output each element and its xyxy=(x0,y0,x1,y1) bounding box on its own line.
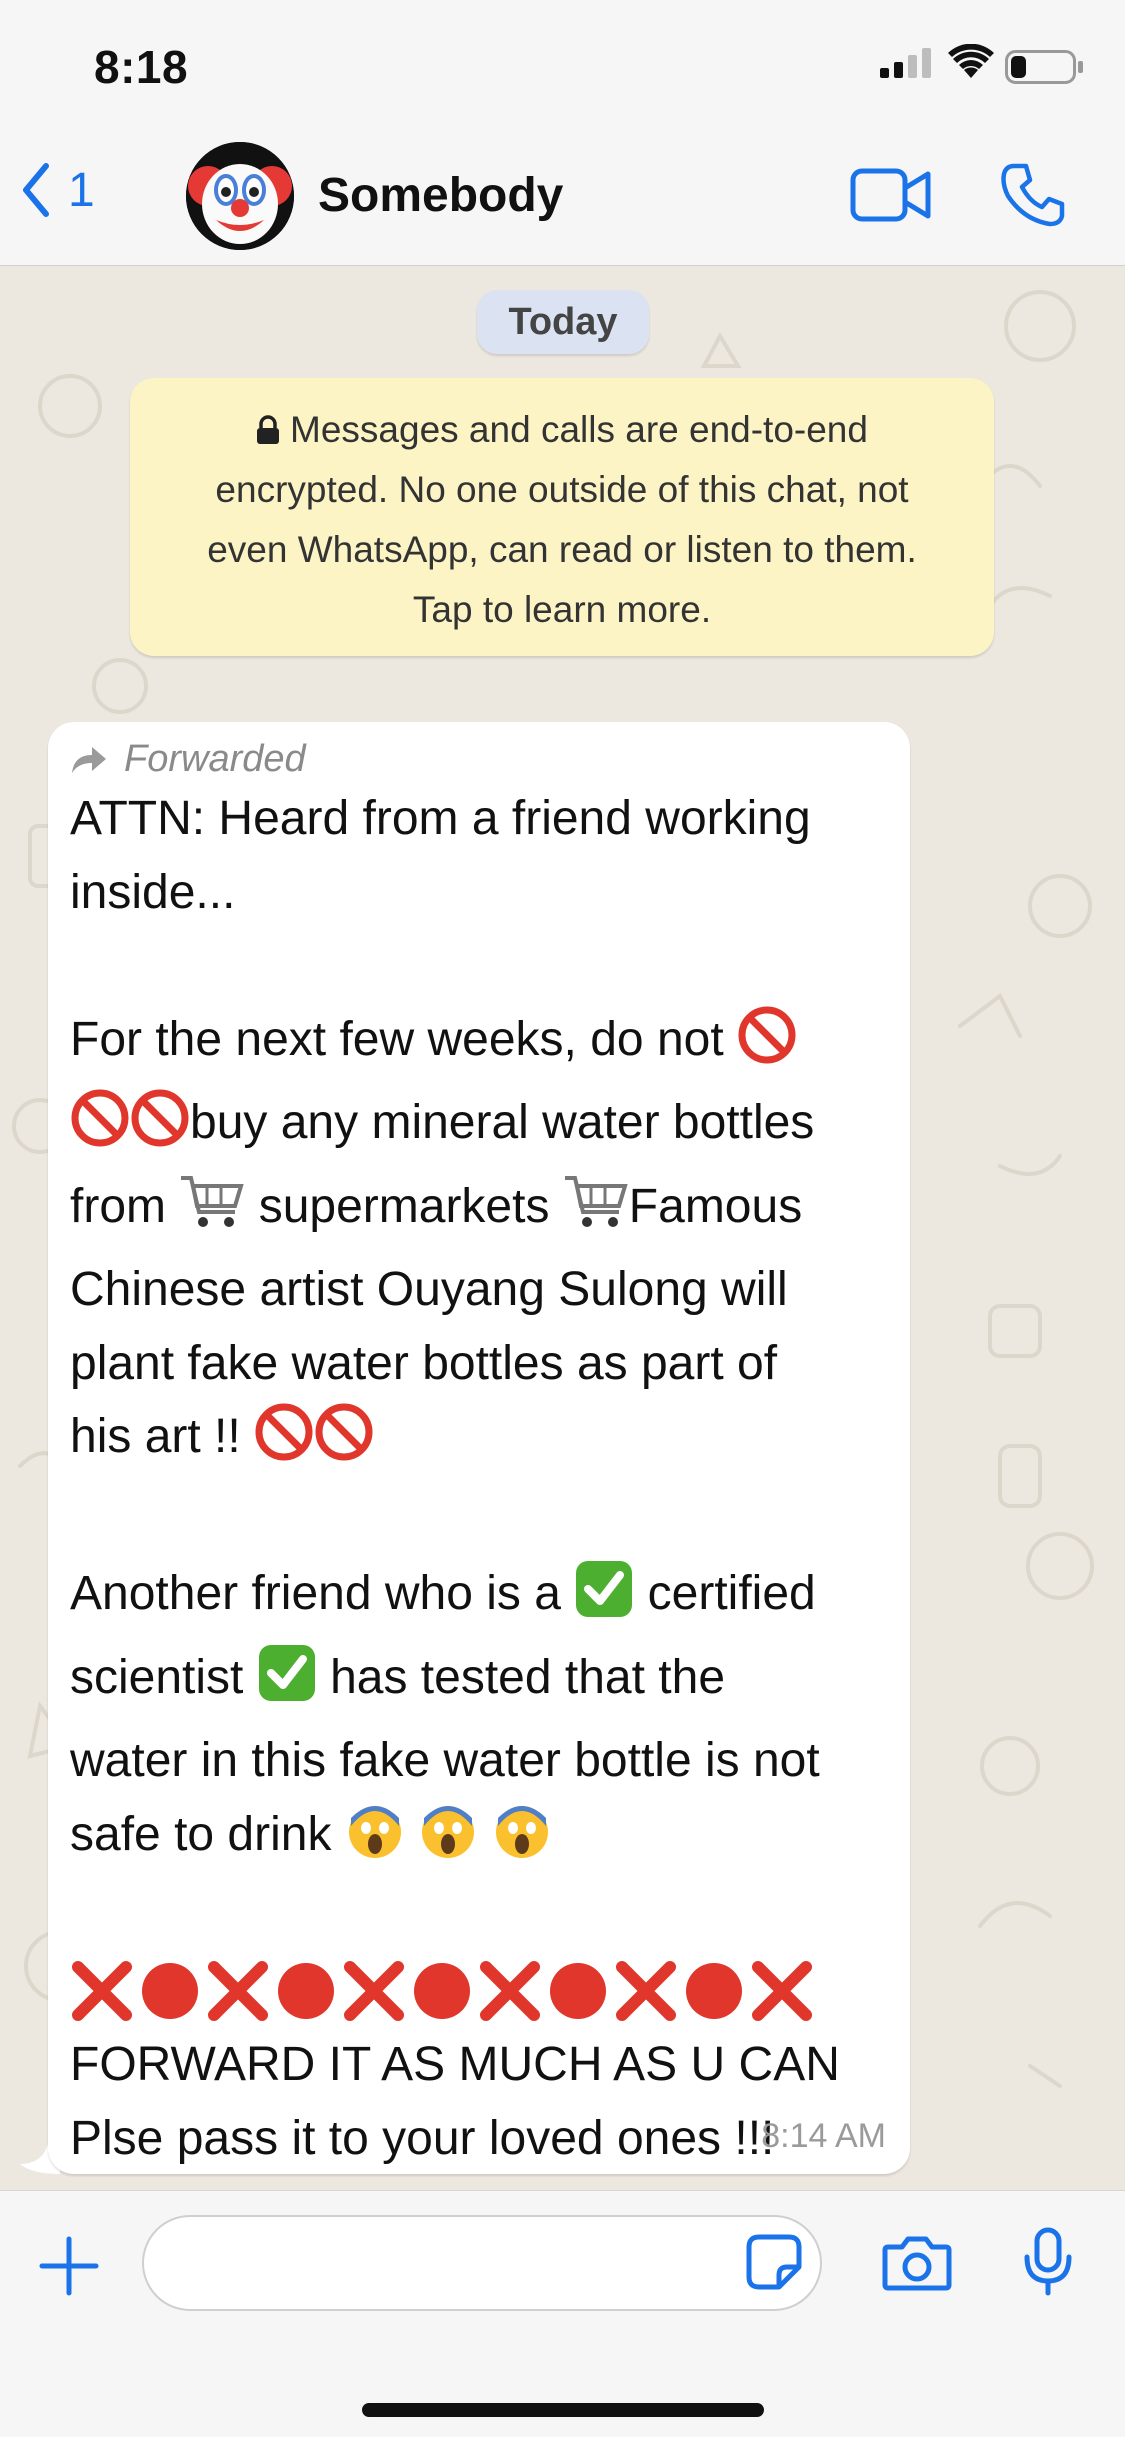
shopping-cart-icon xyxy=(563,1172,629,1254)
encryption-line-3: even WhatsApp, can read or listen to the… xyxy=(207,529,917,570)
encryption-line-4: Tap to learn more. xyxy=(412,589,712,630)
red-circle-icon xyxy=(278,1963,334,2020)
message-input[interactable] xyxy=(142,2215,822,2311)
forwarded-tag: Forwarded xyxy=(70,738,306,781)
phone-icon[interactable] xyxy=(1000,162,1066,228)
message-line: buy any mineral water bottles xyxy=(70,1086,890,1170)
message-bubble[interactable]: Forwarded ATTN: Heard from a friend work… xyxy=(48,722,910,2174)
cross-mark-icon xyxy=(344,1961,404,2022)
message-line: scientist has tested that the xyxy=(70,1641,890,1725)
message-line: Another friend who is a certified xyxy=(70,1557,890,1641)
message-line: water in this fake water bottle is not xyxy=(70,1734,820,1787)
plus-icon[interactable] xyxy=(38,2235,100,2297)
check-mark-button-icon xyxy=(257,1643,317,1725)
message-line: from supermarkets Famous xyxy=(70,1170,890,1254)
avatar[interactable] xyxy=(186,142,294,250)
message-line: For the next few weeks, do not xyxy=(70,1003,890,1087)
red-circle-icon xyxy=(414,1963,470,2020)
message-text: ATTN: Heard from a friend working inside… xyxy=(70,782,890,2175)
chat-header: 1 Somebody xyxy=(0,110,1125,266)
message-line: plant fake water bottles as part of xyxy=(70,1336,778,1390)
forward-arrow-icon xyxy=(72,746,106,773)
back-button[interactable]: 1 xyxy=(20,162,95,218)
red-circle-icon xyxy=(142,1963,198,2020)
cross-mark-icon xyxy=(72,1961,132,2022)
prohibited-icon xyxy=(130,1088,190,1170)
unread-count: 1 xyxy=(68,163,95,217)
prohibited-icon xyxy=(737,1005,797,1087)
prohibited-icon xyxy=(254,1402,314,1484)
red-circle-icon xyxy=(686,1963,742,2020)
status-time: 8:18 xyxy=(94,41,189,93)
cross-mark-icon xyxy=(208,1961,268,2022)
message-line: his art !! xyxy=(70,1400,890,1484)
message-line: inside... xyxy=(70,865,236,919)
message-line: FORWARD IT AS MUCH AS U CAN xyxy=(70,2038,840,2091)
cross-circle-row xyxy=(70,1955,890,2029)
forwarded-label: Forwarded xyxy=(124,738,306,780)
encryption-line-1: Messages and calls are end-to-end xyxy=(160,400,964,460)
status-bar: 8:18 xyxy=(0,0,1125,110)
screaming-face-icon xyxy=(418,1800,478,1882)
screaming-face-icon xyxy=(345,1800,405,1882)
screaming-face-icon xyxy=(492,1800,552,1882)
contact-name[interactable]: Somebody xyxy=(318,168,563,223)
red-circle-icon xyxy=(550,1963,606,2020)
video-call-icon[interactable] xyxy=(850,166,932,224)
message-timestamp: 8:14 AM xyxy=(761,2117,886,2155)
clown-face-icon xyxy=(186,142,294,250)
microphone-icon[interactable] xyxy=(1022,2227,1074,2297)
cross-mark-icon xyxy=(480,1961,540,2022)
signal-icon xyxy=(880,48,931,78)
lock-icon xyxy=(257,415,280,444)
message-line: Chinese artist Ouyang Sulong will xyxy=(70,1263,788,1316)
date-pill: Today xyxy=(477,290,649,354)
chevron-left-icon xyxy=(23,163,49,217)
battery-fill xyxy=(1011,56,1026,78)
encryption-notice[interactable]: Messages and calls are end-to-end encryp… xyxy=(130,378,994,656)
sticker-icon[interactable] xyxy=(745,2233,803,2291)
camera-icon[interactable] xyxy=(882,2233,952,2291)
cross-mark-icon xyxy=(616,1961,676,2022)
composer-bar xyxy=(0,2190,1125,2437)
chat-area[interactable]: Today Messages and calls are end-to-end … xyxy=(0,266,1125,2190)
prohibited-icon xyxy=(314,1402,374,1484)
message-line: safe to drink xyxy=(70,1798,890,1882)
prohibited-icon xyxy=(70,1088,130,1170)
message-line: ATTN: Heard from a friend working xyxy=(70,792,811,845)
cross-mark-icon xyxy=(752,1961,812,2022)
home-indicator xyxy=(362,2403,764,2417)
wifi-icon xyxy=(948,44,994,78)
check-mark-button-icon xyxy=(574,1559,634,1641)
battery-icon xyxy=(1005,50,1083,84)
encryption-line-2: encrypted. No one outside of this chat, … xyxy=(215,469,909,510)
shopping-cart-icon xyxy=(179,1172,245,1254)
